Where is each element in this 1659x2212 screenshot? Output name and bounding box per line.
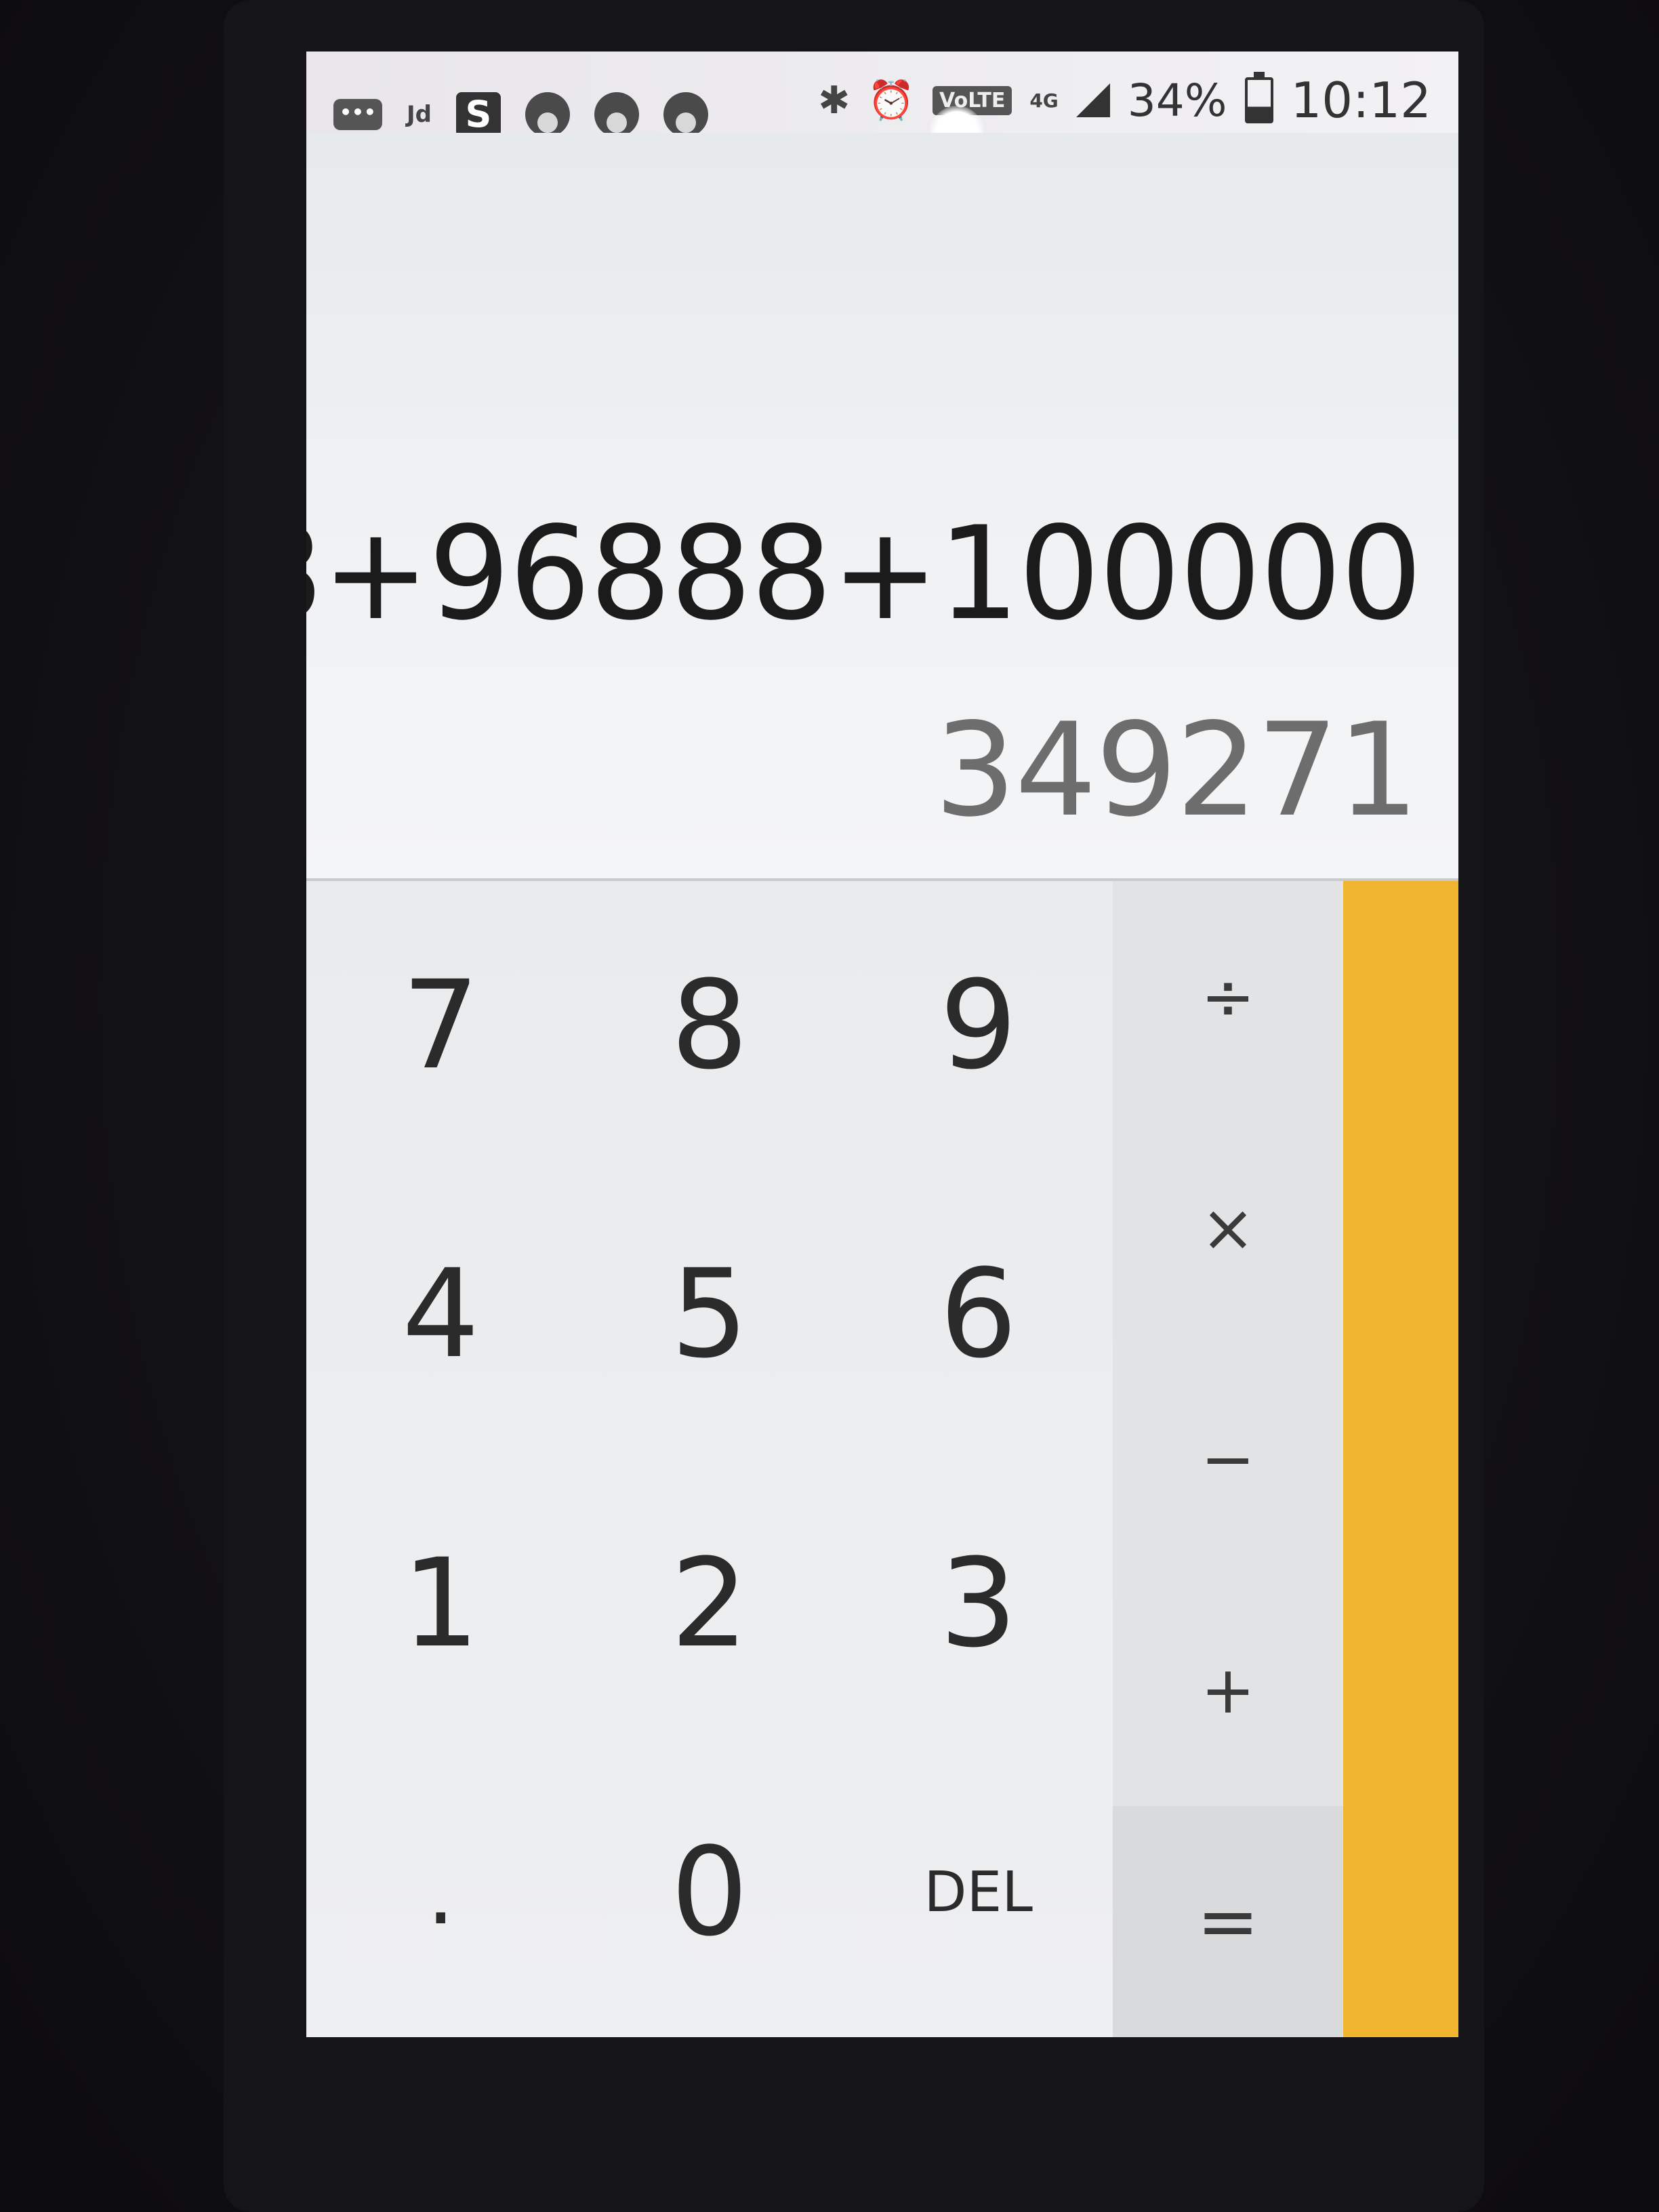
key-0[interactable]: 0: [575, 1748, 844, 2038]
avatar-icon: [594, 92, 639, 137]
key-1[interactable]: 1: [306, 1459, 575, 1748]
phone-screen: ••• Jd S ✱ ⏰ VoLTE 4G 34% 10:12 8+96888+…: [306, 52, 1458, 2037]
divide-button[interactable]: ÷: [1113, 881, 1343, 1112]
numeric-pad: 7 8 9 4 5 6 1 2 3 . 0 DEL: [306, 881, 1113, 2037]
battery-icon: [1244, 72, 1273, 123]
add-button[interactable]: +: [1113, 1575, 1343, 1806]
key-7[interactable]: 7: [306, 881, 575, 1170]
key-6[interactable]: 6: [844, 1170, 1113, 1460]
jd-icon: Jd: [407, 101, 432, 128]
clock-time: 10:12: [1290, 72, 1432, 129]
key-4[interactable]: 4: [306, 1170, 575, 1460]
subtract-button[interactable]: −: [1113, 1343, 1343, 1574]
operator-pad: ÷ × − + =: [1113, 881, 1343, 2037]
delete-button[interactable]: DEL: [844, 1748, 1113, 2038]
alarm-icon: ⏰: [867, 79, 916, 123]
key-decimal[interactable]: .: [306, 1748, 575, 2038]
multiply-button[interactable]: ×: [1113, 1112, 1343, 1343]
s-app-icon: S: [456, 92, 501, 137]
result-text: 349271: [934, 695, 1419, 845]
keypad: 7 8 9 4 5 6 1 2 3 . 0 DEL ÷ × − + =: [306, 881, 1458, 2037]
equals-button[interactable]: =: [1113, 1805, 1343, 2037]
status-bar: ••• Jd S ✱ ⏰ VoLTE 4G 34% 10:12: [306, 52, 1458, 160]
avatar-icon: [663, 92, 708, 137]
formula-value: 8+96888+100000: [306, 499, 1421, 649]
formula-text[interactable]: 8+96888+100000: [306, 499, 1421, 649]
key-9[interactable]: 9: [844, 881, 1113, 1170]
avatar-icon: [525, 92, 570, 137]
calculator-display: 8+96888+100000 349271: [306, 133, 1458, 881]
key-2[interactable]: 2: [575, 1459, 844, 1748]
advanced-panel-handle[interactable]: [1343, 881, 1458, 2037]
bluetooth-icon: ✱: [818, 78, 851, 123]
message-icon: •••: [333, 99, 382, 130]
signal-icon: [1076, 83, 1110, 117]
notification-icons: ••• Jd S: [333, 92, 708, 137]
battery-percent: 34%: [1127, 74, 1227, 127]
key-8[interactable]: 8: [575, 881, 844, 1170]
status-indicators: ✱ ⏰ VoLTE 4G 34% 10:12: [818, 72, 1431, 129]
key-3[interactable]: 3: [844, 1459, 1113, 1748]
key-5[interactable]: 5: [575, 1170, 844, 1460]
network-type-label: 4G: [1029, 89, 1059, 112]
